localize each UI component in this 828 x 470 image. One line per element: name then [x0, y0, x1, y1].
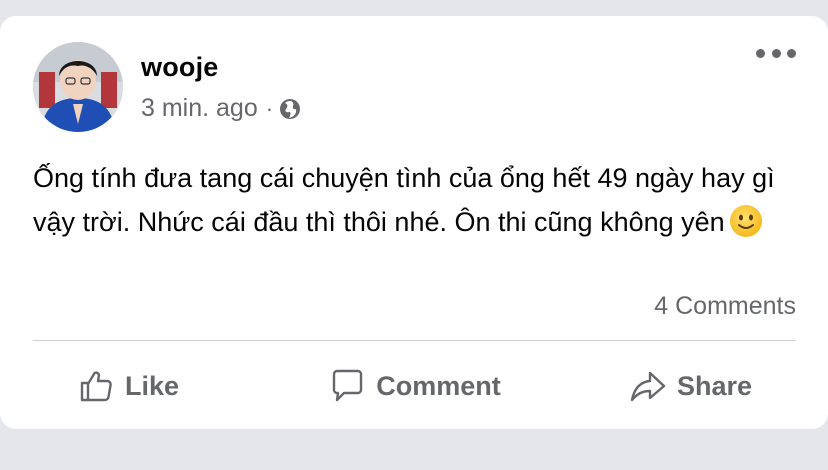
meta-separator: ·	[265, 95, 274, 121]
post-meta: 3 min. ago ·	[141, 94, 301, 123]
comment-button[interactable]: Comment	[302, 356, 527, 416]
more-options-icon[interactable]	[756, 46, 796, 60]
post-body: Ống tính đưa tang cái chuyện tình của ổn…	[33, 156, 803, 244]
avatar[interactable]	[33, 42, 123, 132]
globe-icon[interactable]	[279, 98, 301, 120]
comment-label: Comment	[376, 370, 501, 401]
share-button[interactable]: Share	[527, 356, 796, 416]
share-arrow-icon	[629, 367, 667, 405]
like-label: Like	[125, 370, 180, 401]
slightly-smiling-face-icon	[729, 204, 763, 238]
post-actions: Like Comment Share	[33, 356, 796, 416]
author-name[interactable]: wooje	[141, 52, 219, 83]
thumbs-up-icon	[77, 367, 115, 405]
post-text: Ống tính đưa tang cái chuyện tình của ổn…	[33, 163, 775, 237]
comment-bubble-icon	[328, 367, 366, 405]
post-card: wooje 3 min. ago · Ống tính đưa tang cái…	[0, 16, 828, 429]
share-label: Share	[676, 370, 752, 401]
like-button[interactable]: Like	[33, 356, 302, 416]
divider	[33, 340, 796, 341]
comments-count[interactable]: 4 Comments	[654, 292, 796, 321]
post-timestamp[interactable]: 3 min. ago	[141, 94, 258, 123]
